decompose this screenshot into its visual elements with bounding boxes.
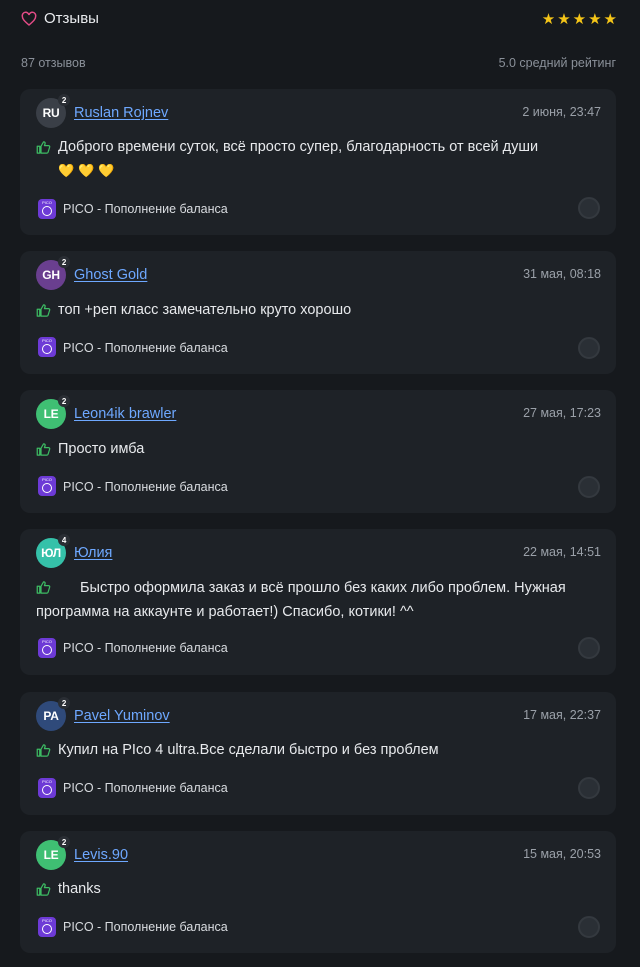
product-label[interactable]: PICO - Пополнение баланса xyxy=(63,341,228,355)
level-badge: 4 xyxy=(58,534,70,546)
review-card: GH 2 Ghost Gold 31 мая, 08:18 топ +реп к… xyxy=(20,251,616,374)
review-text: Быстро оформила заказ и всё прошло без к… xyxy=(36,580,566,620)
review-text: топ +реп класс замечательно круто хорошо xyxy=(58,302,352,318)
pico-product-icon: PICO xyxy=(38,778,56,798)
seller-avatar-icon xyxy=(578,637,600,659)
page-title: Отзывы xyxy=(44,10,99,27)
level-badge: 2 xyxy=(58,836,70,848)
review-date: 31 мая, 08:18 xyxy=(523,267,601,281)
review-card: LE 2 Leon4ik brawler 27 мая, 17:23 Прост… xyxy=(20,390,616,513)
level-badge: 2 xyxy=(58,395,70,407)
pico-product-icon: PICO xyxy=(38,917,56,937)
product-label[interactable]: PICO - Пополнение баланса xyxy=(63,202,228,216)
pico-product-icon: PICO xyxy=(38,638,56,658)
star-icon: ★ xyxy=(557,11,571,28)
heart-emoji: 💛💛💛 xyxy=(58,163,119,178)
thumbs-up-icon xyxy=(36,883,51,896)
review-card: ЮЛ 4 Юлия 22 мая, 14:51 Быстро оформила … xyxy=(20,529,616,675)
level-badge: 2 xyxy=(58,256,70,268)
seller-avatar-icon xyxy=(578,777,600,799)
product-label[interactable]: PICO - Пополнение баланса xyxy=(63,781,228,795)
average-rating: 5.0 средний рейтинг xyxy=(498,56,616,70)
review-text: Доброго времени суток, всё просто супер,… xyxy=(58,135,602,183)
level-badge: 2 xyxy=(58,697,70,709)
review-card: PA 2 Pavel Yuminov 17 мая, 22:37 Купил н… xyxy=(20,692,616,815)
star-icon: ★ xyxy=(588,11,602,28)
thumbs-up-icon xyxy=(36,141,51,154)
seller-avatar-icon xyxy=(578,476,600,498)
reviewer-name-link[interactable]: Leon4ik brawler xyxy=(74,406,176,422)
review-date: 2 июня, 23:47 xyxy=(522,105,601,119)
star-icon: ★ xyxy=(541,11,556,28)
reviewer-name-link[interactable]: Pavel Yuminov xyxy=(74,708,170,724)
reviews-header: Отзывы ★ ★ ★ ★ ★ xyxy=(0,0,640,40)
review-date: 27 мая, 17:23 xyxy=(523,406,601,420)
review-card: RU 2 Ruslan Rojnev 2 июня, 23:47 Доброго… xyxy=(20,89,616,235)
pico-product-icon: PICO xyxy=(38,476,56,496)
heart-icon[interactable] xyxy=(21,11,37,27)
reviewer-name-link[interactable]: Ruslan Rojnev xyxy=(74,105,168,121)
review-text: Купил на PIco 4 ultra.Все сделали быстро… xyxy=(58,742,439,758)
review-date: 22 мая, 14:51 xyxy=(523,545,601,559)
avatar[interactable]: PA 2 xyxy=(36,697,70,731)
review-card: LE 2 Levis.90 15 мая, 20:53 thanks PICO … xyxy=(20,831,616,953)
thumbs-up-icon xyxy=(36,744,51,757)
review-count: 87 отзывов xyxy=(21,56,86,70)
reviewer-name-link[interactable]: Юлия xyxy=(74,545,112,561)
review-date: 15 мая, 20:53 xyxy=(523,847,601,861)
seller-avatar-icon xyxy=(578,916,600,938)
thumbs-up-icon xyxy=(36,443,51,456)
avatar[interactable]: ЮЛ 4 xyxy=(36,534,70,568)
avatar[interactable]: LE 2 xyxy=(36,395,70,429)
star-icon: ★ xyxy=(572,11,587,28)
review-date: 17 мая, 22:37 xyxy=(523,708,601,722)
pico-product-icon: PICO xyxy=(38,337,56,357)
product-label[interactable]: PICO - Пополнение баланса xyxy=(63,641,228,655)
star-icon: ★ xyxy=(603,11,617,28)
product-label[interactable]: PICO - Пополнение баланса xyxy=(63,480,228,494)
seller-avatar-icon xyxy=(578,197,600,219)
avatar[interactable]: GH 2 xyxy=(36,256,70,290)
rating-stars: ★ ★ ★ ★ ★ xyxy=(542,11,617,28)
seller-avatar-icon xyxy=(578,337,600,359)
review-text: thanks xyxy=(58,881,101,897)
reviewer-name-link[interactable]: Levis.90 xyxy=(74,847,128,863)
product-label[interactable]: PICO - Пополнение баланса xyxy=(63,920,228,934)
review-text: Просто имба xyxy=(58,441,145,457)
reviewer-name-link[interactable]: Ghost Gold xyxy=(74,267,147,283)
thumbs-up-icon xyxy=(36,304,51,317)
avatar[interactable]: RU 2 xyxy=(36,94,70,128)
avatar[interactable]: LE 2 xyxy=(36,836,70,870)
level-badge: 2 xyxy=(58,94,70,106)
pico-product-icon: PICO xyxy=(38,199,56,219)
